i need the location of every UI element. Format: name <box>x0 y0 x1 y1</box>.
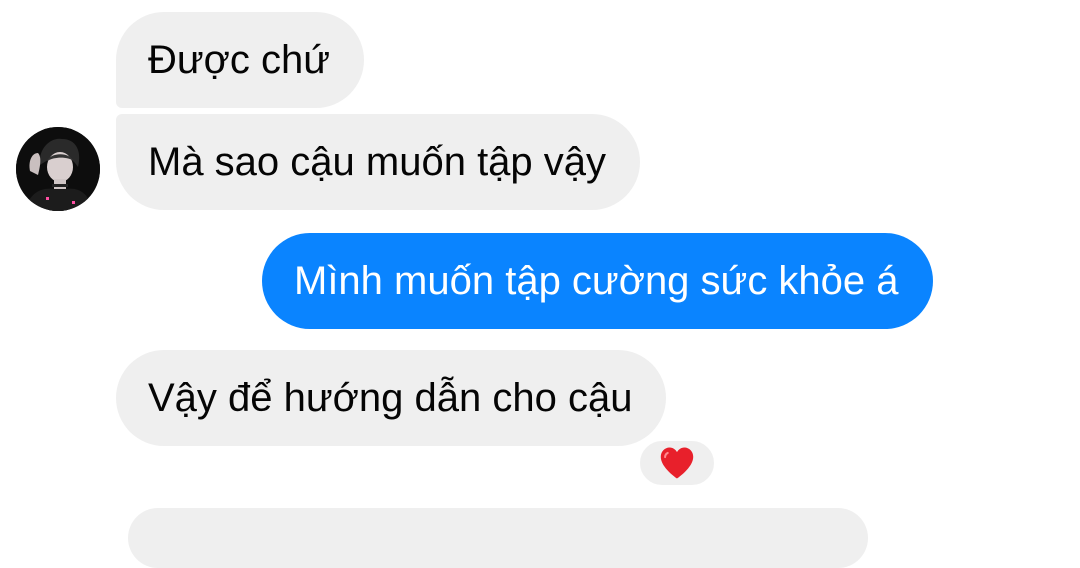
message-bubble-received[interactable]: Được chứ <box>116 12 365 108</box>
contact-avatar[interactable] <box>16 127 100 211</box>
message-bubble-sent[interactable]: Mình muốn tập cường sức khỏe á <box>262 233 933 329</box>
reaction-badge[interactable] <box>637 438 717 488</box>
message-bubble-received[interactable]: Vậy để hướng dẫn cho cậu <box>116 350 667 446</box>
heart-icon <box>660 447 694 479</box>
message-bubble-received[interactable] <box>128 508 868 568</box>
message-bubble-received[interactable]: Mà sao cậu muốn tập vậy <box>116 114 641 210</box>
person-photo-icon <box>16 127 100 211</box>
